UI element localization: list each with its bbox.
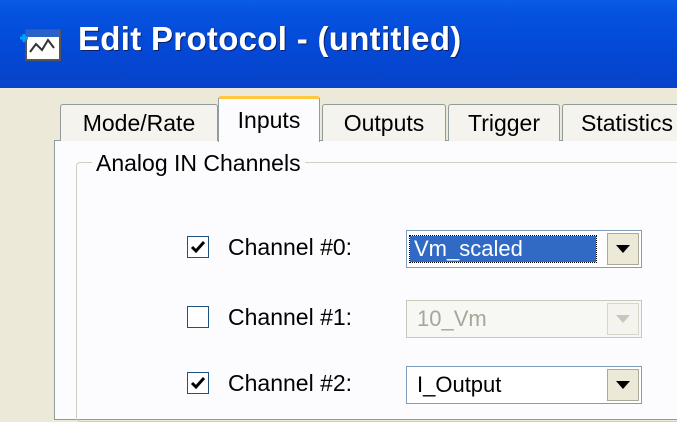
group-label: Analog IN Channels — [92, 150, 305, 177]
channel-1-checkbox[interactable] — [187, 306, 209, 328]
chevron-down-icon — [616, 245, 630, 253]
channel-2-checkbox[interactable] — [187, 372, 209, 394]
channel-2-value: I_Output — [417, 372, 502, 397]
tab-outputs[interactable]: Outputs — [322, 104, 446, 141]
channel-0-select[interactable]: Vm_scaled — [406, 230, 642, 268]
tab-trigger[interactable]: Trigger — [448, 104, 560, 141]
channel-1-label: Channel #1: — [228, 304, 353, 330]
checkmark-icon — [190, 241, 206, 254]
channel-1-value: 10_Vm — [417, 306, 487, 331]
chevron-down-icon — [616, 315, 630, 323]
channel-0-checkbox[interactable] — [187, 236, 209, 258]
title-bar[interactable]: Edit Protocol - (untitled) — [0, 0, 677, 88]
tab-statistics[interactable]: Statistics — [562, 104, 677, 141]
channel-0-value: Vm_scaled — [409, 235, 597, 263]
channel-2-select[interactable]: I_Output — [406, 366, 642, 404]
chevron-down-icon — [616, 381, 630, 389]
channel-0-dropdown-button[interactable] — [607, 233, 639, 265]
channel-0-label: Channel #0: — [228, 234, 353, 260]
protocol-icon — [20, 24, 66, 64]
window-title: Edit Protocol - (untitled) — [78, 20, 462, 57]
tab-inputs[interactable]: Inputs — [218, 96, 320, 142]
channel-2-dropdown-button[interactable] — [607, 369, 639, 401]
channel-2-label: Channel #2: — [228, 370, 353, 396]
channel-1-dropdown-button — [607, 303, 639, 335]
tab-mode-rate[interactable]: Mode/Rate — [60, 104, 218, 141]
channel-1-select: 10_Vm — [406, 300, 642, 338]
checkmark-icon — [190, 377, 206, 390]
